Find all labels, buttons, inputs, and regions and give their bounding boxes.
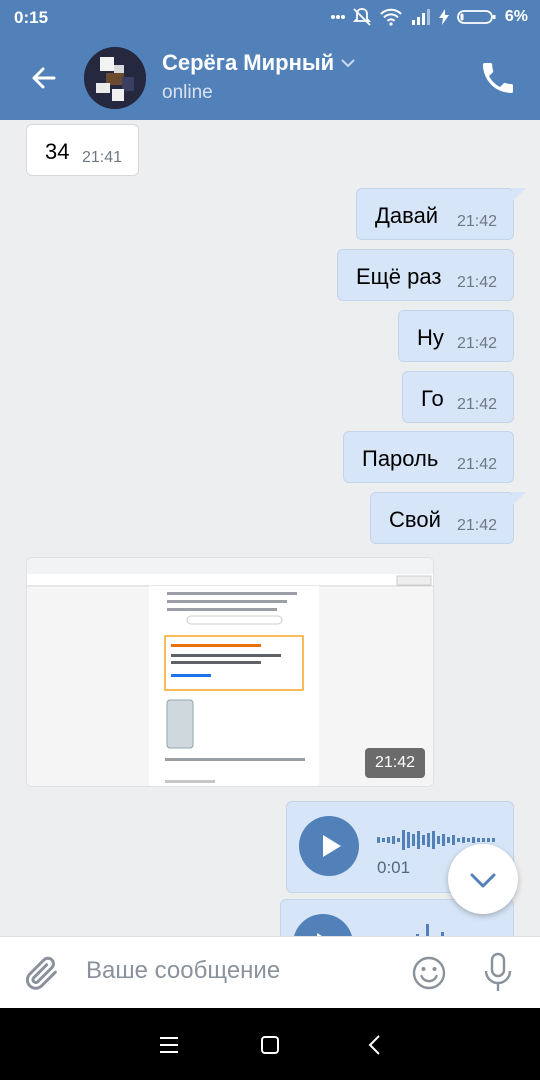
message-text: Ещё раз xyxy=(356,264,442,289)
chevron-down-icon xyxy=(470,873,496,888)
message-outgoing[interactable]: Го 21:42 xyxy=(402,371,514,423)
message-text: 34 xyxy=(45,139,70,164)
back-button[interactable] xyxy=(24,58,64,98)
arrow-left-icon xyxy=(32,67,56,89)
message-input[interactable]: Ваше сообщение xyxy=(86,957,280,985)
message-text: Свой xyxy=(389,507,441,532)
photo-attachment[interactable]: 21:42 xyxy=(26,557,434,787)
microphone-button[interactable] xyxy=(480,951,516,995)
system-nav-bar xyxy=(0,1008,540,1080)
contact-name[interactable]: Серёга Мирный xyxy=(162,50,356,76)
status-bar: 0:15 6% xyxy=(0,0,540,36)
waveform xyxy=(416,924,444,936)
battery-percent: 6% xyxy=(504,8,528,25)
menu-icon xyxy=(160,1037,178,1053)
microphone-icon xyxy=(484,952,512,991)
bubble-tail xyxy=(512,492,526,506)
paperclip-icon xyxy=(25,956,57,990)
message-time: 21:42 xyxy=(456,213,497,230)
avatar[interactable] xyxy=(84,47,146,109)
status-time: 0:15 xyxy=(14,8,49,27)
contact-status: online xyxy=(162,82,213,103)
phone-icon xyxy=(483,63,513,93)
chevron-left-icon xyxy=(368,1035,380,1055)
contact-name-text: Серёга Мирный xyxy=(162,50,335,75)
message-time: 21:42 xyxy=(456,396,497,413)
charging-icon xyxy=(438,9,449,25)
message-outgoing[interactable]: Свой 21:42 xyxy=(370,492,514,544)
message-outgoing[interactable]: Ещё раз 21:42 xyxy=(337,249,514,301)
play-icon xyxy=(323,835,341,857)
message-time: 21:42 xyxy=(456,456,497,473)
chat-header: Серёга Мирный online xyxy=(0,36,540,120)
menu-button[interactable] xyxy=(154,1030,184,1060)
wifi-icon xyxy=(380,8,402,26)
message-outgoing[interactable]: Ну 21:42 xyxy=(398,310,514,362)
emoji-button[interactable] xyxy=(410,954,448,992)
message-incoming[interactable]: 34 21:41 xyxy=(26,124,139,176)
message-text: Давай xyxy=(375,203,439,228)
chevron-down-icon xyxy=(341,59,355,68)
message-time: 21:41 xyxy=(81,149,122,166)
nav-back-button[interactable] xyxy=(360,1030,390,1060)
more-dots-icon xyxy=(330,15,345,19)
voice-duration: 0:01 xyxy=(377,858,411,877)
message-text: Пароль xyxy=(362,446,439,471)
message-outgoing[interactable]: Пароль 21:42 xyxy=(343,431,514,483)
photo-time: 21:42 xyxy=(364,748,425,778)
message-outgoing[interactable]: Давай 21:42 xyxy=(356,188,514,240)
home-button[interactable] xyxy=(255,1030,285,1060)
play-button[interactable] xyxy=(299,816,359,876)
battery-icon xyxy=(456,10,496,24)
smiley-icon xyxy=(412,956,446,990)
play-icon xyxy=(317,933,322,936)
call-button[interactable] xyxy=(478,58,518,98)
message-time: 21:42 xyxy=(456,335,497,352)
home-icon xyxy=(261,1036,279,1054)
message-time: 21:42 xyxy=(456,517,497,534)
signal-icon xyxy=(411,9,430,25)
message-time: 21:42 xyxy=(456,274,497,291)
bell-off-icon xyxy=(352,8,371,26)
message-composer: Ваше сообщение xyxy=(0,936,540,1009)
bubble-tail xyxy=(512,188,526,202)
message-text: Ну xyxy=(417,325,444,350)
scroll-down-button[interactable] xyxy=(448,844,518,914)
message-list[interactable]: 34 21:41 Давай 21:42 Ещё раз 21:42 Ну 21… xyxy=(0,120,540,936)
message-text: Го xyxy=(421,386,444,411)
status-icons: 6% xyxy=(330,7,528,27)
attach-button[interactable] xyxy=(22,953,62,993)
play-button[interactable] xyxy=(293,914,353,936)
